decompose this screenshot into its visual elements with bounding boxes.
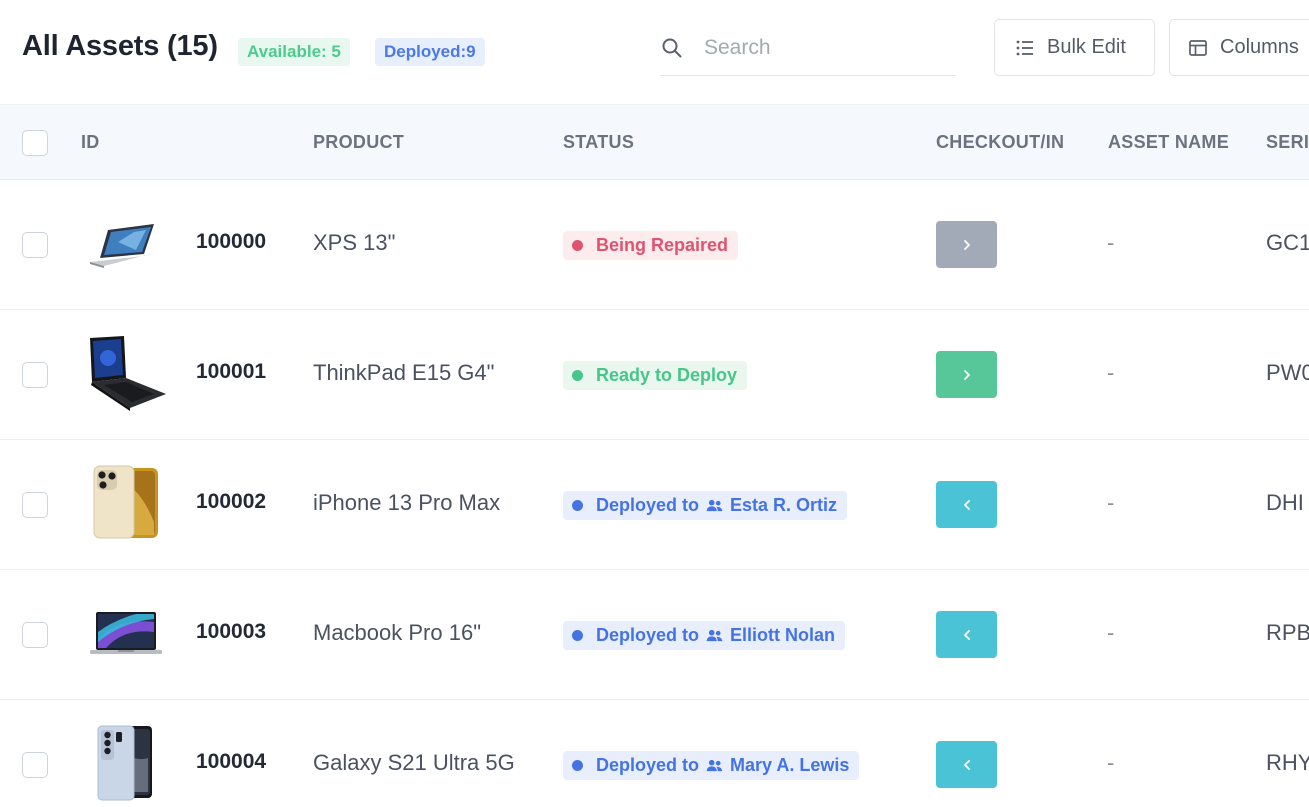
checkout-button[interactable] [936,221,997,268]
status-text: Deployed to [596,625,700,645]
status-dot [572,500,583,511]
assignee-name[interactable]: Mary A. Lewis [730,755,849,776]
column-header-serial[interactable]: SERIA [1266,132,1309,153]
table-header: ID PRODUCT STATUS CHECKOUT/IN ASSET NAME… [0,104,1309,180]
search-box [660,24,956,76]
bulk-edit-label: Bulk Edit [1047,36,1126,58]
columns-label: Columns [1220,36,1299,58]
asset-id: 100002 [196,490,267,513]
columns-button[interactable]: Columns [1169,19,1309,76]
table-row[interactable]: 100003 Macbook Pro 16" Deployed to Ellio… [0,570,1309,700]
table-row[interactable]: 100004 Galaxy S21 Ultra 5G Deployed to M… [0,700,1309,807]
status-badge: Deployed to Elliott Nolan [563,621,846,650]
asset-id: 100000 [196,230,267,253]
bulk-edit-button[interactable]: Bulk Edit [994,19,1155,76]
serial-number: DHI [1266,490,1304,515]
row-checkbox[interactable] [22,232,48,258]
column-header-checkout-in[interactable]: CHECKOUT/IN [936,132,1064,153]
column-header-status[interactable]: STATUS [563,132,634,153]
status-text: Deployed to [596,495,700,515]
serial-number: PW0 [1266,360,1309,385]
chevron-right-icon [963,369,970,380]
table-columns-icon [1189,39,1207,56]
select-all-checkbox[interactable] [22,130,48,156]
status-badge: Ready to Deploy [563,361,748,390]
users-icon [706,499,723,512]
chevron-left-icon [963,629,970,640]
status-badge: Deployed to Esta R. Ortiz [563,491,848,520]
asset-id: 100004 [196,750,267,773]
status-dot [572,240,583,251]
search-input[interactable] [704,32,944,64]
phone-image [93,465,158,539]
laptop-image [90,612,162,654]
row-checkbox[interactable] [22,752,48,778]
assignee-name[interactable]: Elliott Nolan [730,625,835,646]
status-badge: Deployed to Mary A. Lewis [563,751,860,780]
row-checkbox[interactable] [22,492,48,518]
asset-name: - [1107,620,1115,645]
table-row[interactable]: 100001 ThinkPad E15 G4" Ready to Deploy … [0,310,1309,440]
row-checkbox[interactable] [22,622,48,648]
asset-name: - [1107,490,1115,515]
users-icon [706,759,723,772]
asset-id: 100001 [196,360,267,383]
checkout-button[interactable] [936,351,997,398]
row-checkbox[interactable] [22,362,48,388]
product-name: ThinkPad E15 G4" [313,360,495,385]
product-name: XPS 13" [313,230,396,255]
status-dot [572,370,583,381]
status-badge: Being Repaired [563,231,739,260]
status-text: Deployed to [596,755,700,775]
table-row[interactable]: 100002 iPhone 13 Pro Max Deployed to Est… [0,440,1309,570]
column-header-id[interactable]: ID [81,132,100,153]
asset-name: - [1107,230,1115,255]
available-count-badge: Available: 5 [238,38,350,66]
deployed-count-badge: Deployed:9 [375,38,485,66]
users-icon [706,629,723,642]
assignee-name[interactable]: Esta R. Ortiz [730,495,837,516]
chevron-right-icon [963,239,970,250]
list-icon [1016,40,1033,55]
laptop-image [90,336,166,411]
search-icon [662,38,682,58]
table-row[interactable]: 100000 XPS 13" Being Repaired - GC1 [0,180,1309,310]
laptop-image [90,224,158,268]
asset-name: - [1107,750,1115,775]
product-name: Galaxy S21 Ultra 5G [313,750,515,775]
status-text: Ready to Deploy [596,365,738,385]
serial-number: RHY [1266,750,1309,775]
product-name: Macbook Pro 16" [313,620,482,645]
chevron-left-icon [963,499,970,510]
asset-name: - [1107,360,1115,385]
product-name: iPhone 13 Pro Max [313,490,501,515]
status-text: Being Repaired [596,235,729,255]
checkin-button[interactable] [936,741,997,788]
page-title: All Assets (15) [22,30,218,62]
column-header-product[interactable]: PRODUCT [313,132,404,153]
checkin-button[interactable] [936,481,997,528]
asset-id: 100003 [196,620,267,643]
status-dot [572,630,583,641]
chevron-left-icon [963,759,970,770]
phone-image [97,725,152,801]
checkin-button[interactable] [936,611,997,658]
column-header-asset-name[interactable]: ASSET NAME [1108,132,1229,153]
serial-number: RPB [1266,620,1309,645]
serial-number: GC1 [1266,230,1309,255]
status-dot [572,760,583,771]
page-header: All Assets (15) Available: 5 Deployed:9 … [0,0,1309,104]
